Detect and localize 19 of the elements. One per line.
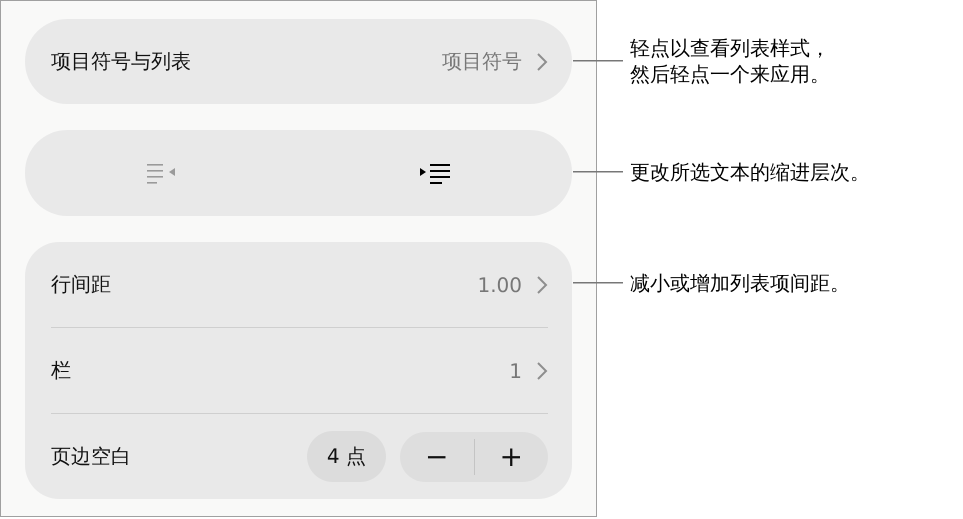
chevron-icon[interactable] — [536, 274, 548, 294]
row-label: 行间距 — [51, 271, 112, 298]
callout-text: 轻点以查看列表样式， 然后轻点一个来应用。 — [630, 34, 830, 86]
leader-line — [573, 170, 623, 172]
chevron-icon[interactable] — [536, 52, 548, 72]
margin-value: 4 点 — [306, 431, 386, 482]
row-label: 栏 — [51, 357, 72, 384]
leader-line — [573, 60, 623, 62]
leader-line — [573, 282, 623, 284]
row-value: 项目符号 — [442, 48, 522, 75]
increase-button[interactable]: + — [474, 432, 548, 482]
callout-text: 减小或增加列表项间距。 — [630, 270, 850, 296]
row-label: 页边空白 — [51, 443, 132, 470]
row-value: 1 — [509, 358, 522, 382]
callout-text: 更改所选文本的缩进层次。 — [630, 158, 870, 184]
row-value: 1.00 — [477, 272, 522, 296]
decrease-button[interactable]: − — [400, 432, 474, 482]
chevron-icon[interactable] — [536, 360, 548, 380]
row-label: 项目符号与列表 — [51, 48, 192, 75]
